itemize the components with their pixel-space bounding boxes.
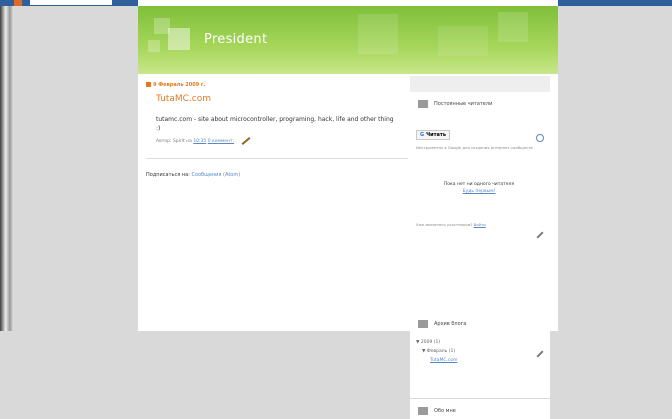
widget-header: Архив блога xyxy=(410,312,550,332)
edit-pencil-icon[interactable] xyxy=(242,136,251,145)
divider xyxy=(146,158,408,159)
blogger-logo-icon[interactable] xyxy=(14,0,22,6)
subscribe-label: Подписаться на: xyxy=(146,172,190,178)
followers-note: Инструменты в Google для создания интерн… xyxy=(416,145,533,150)
main-column: 9 Февраль 2009 г. TutaMC.com tutamc.com … xyxy=(146,82,408,178)
post-comments-link[interactable]: 0 коммент. xyxy=(208,139,234,144)
blog-page: President 9 Февраль 2009 г. TutaMC.com t… xyxy=(138,0,558,419)
be-first-line: Будь первым! xyxy=(424,189,534,194)
about-widget: Обо мне xyxy=(410,399,550,419)
post-body: tutamc.com - site about microcontroller,… xyxy=(156,116,394,132)
post-footer: Автор: Spirit на 10:35 0 коммент. xyxy=(156,136,408,145)
archive-post-link[interactable]: TutaMC.com xyxy=(416,356,458,365)
archive-month[interactable]: ▼ Февраль (1) xyxy=(416,347,458,356)
about-icon xyxy=(418,407,428,415)
archive-list: ▼ 2009 (1) ▼ Февраль (1) TutaMC.com xyxy=(416,338,458,365)
google-icon: G xyxy=(420,132,425,138)
google-friend-connect-icon[interactable] xyxy=(536,134,544,142)
sign-in-link[interactable]: Войти xyxy=(474,222,486,227)
header-decoration xyxy=(438,26,488,56)
navbar-search-input[interactable] xyxy=(30,0,112,5)
followers-icon xyxy=(418,100,428,108)
widget-title: Обо мне xyxy=(434,408,456,414)
header-decoration xyxy=(148,40,160,52)
archive-widget: Архив блога ▼ 2009 (1) ▼ Февраль (1) Tut… xyxy=(410,312,550,398)
widget-title: Архив блога xyxy=(434,321,467,327)
archive-year[interactable]: ▼ 2009 (1) xyxy=(416,338,458,347)
widget-title: Постоянные читатели xyxy=(434,101,493,107)
followers-widget: Постоянные читатели G Читать Инструменты … xyxy=(410,92,550,314)
be-first-link[interactable]: Будь первым! xyxy=(463,189,496,194)
header-decoration xyxy=(168,28,190,50)
post-title[interactable]: TutaMC.com xyxy=(156,94,408,104)
no-followers-text: Пока нет ни одного читателя xyxy=(443,182,515,187)
archive-icon xyxy=(418,320,428,328)
widget-header: Обо мне xyxy=(410,399,550,419)
post-author: Автор: Spirit на xyxy=(156,139,192,144)
blog-title[interactable]: President xyxy=(204,32,267,47)
follow-button[interactable]: G Читать xyxy=(416,130,450,140)
sidebar: Постоянные читатели G Читать Инструменты … xyxy=(410,76,550,419)
post-time-link[interactable]: 10:35 xyxy=(193,139,206,144)
blog-header: President xyxy=(138,6,558,74)
widget-header: Постоянные читатели xyxy=(410,92,550,112)
header-decoration xyxy=(498,12,528,42)
calendar-icon xyxy=(146,82,151,87)
subscribe-atom-link[interactable]: Сообщения (Atom) xyxy=(191,172,240,178)
header-decoration xyxy=(358,14,398,54)
post-date: 9 Февраль 2009 г. xyxy=(146,82,408,88)
already-member-line: Уже являетесь участником? Войти xyxy=(416,222,486,227)
browser-left-edge xyxy=(0,0,14,331)
edit-widget-icon[interactable] xyxy=(536,350,544,358)
edit-widget-icon[interactable] xyxy=(536,231,544,239)
subscribe-line: Подписаться на: Сообщения (Atom) xyxy=(146,172,408,178)
